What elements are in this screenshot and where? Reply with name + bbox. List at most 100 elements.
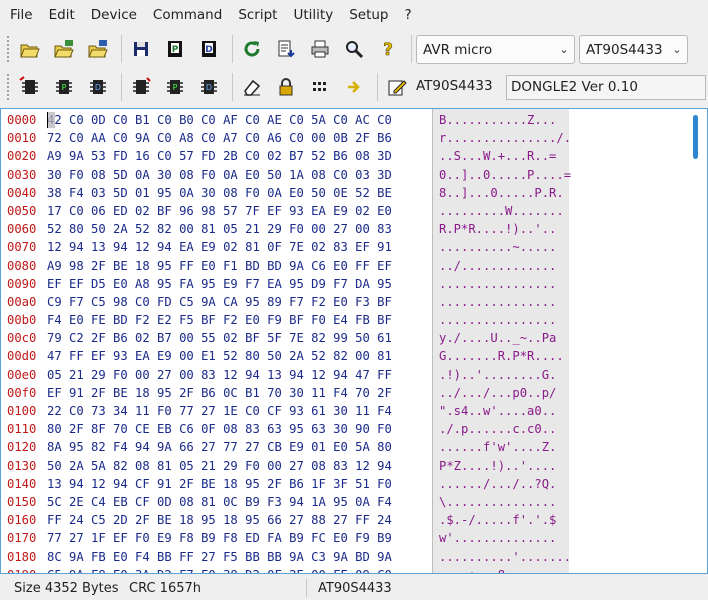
read-data-button[interactable]: D — [84, 73, 112, 101]
menu-device[interactable]: Device — [83, 0, 145, 30]
ascii-row[interactable]: ......f'w'....Z. — [433, 438, 569, 456]
menu-script[interactable]: Script — [230, 0, 285, 30]
hex-row[interactable]: 13 94 12 94 CF 91 2F BE 18 95 2F B6 1F 3… — [43, 475, 431, 493]
ascii-row[interactable]: 8..]...0.....P.R. — [433, 184, 569, 202]
menu-bar: File Edit Device Command Script Utility … — [0, 0, 708, 30]
ascii-row[interactable]: ................ — [433, 275, 569, 293]
hex-row[interactable]: 47 FF EF 93 EA E9 00 E1 52 80 50 2A 52 8… — [43, 347, 431, 365]
save-program-button[interactable]: P — [161, 35, 189, 63]
hex-row[interactable]: C5 9A F8 E0 3A D2 F7 E0 38 D2 0F 2E 00 F… — [43, 566, 431, 573]
hex-row[interactable]: 05 21 29 F0 00 27 00 83 12 94 13 94 12 9… — [43, 366, 431, 384]
hex-row[interactable]: 8C 9A FB E0 F4 BB FF 27 F5 BB BB 9A C3 9… — [43, 548, 431, 566]
hex-data-column[interactable]: 42 C0 0D C0 B1 C0 B0 C0 AF C0 AE C0 5A C… — [43, 109, 431, 573]
address-label: 0140 — [7, 476, 37, 491]
open-data-button[interactable] — [84, 35, 112, 63]
find-button[interactable] — [340, 35, 368, 63]
hex-row[interactable]: 79 C2 2F B6 02 B7 00 55 02 BF 5F 7E 82 9… — [43, 329, 431, 347]
hex-row[interactable]: C9 F7 C5 98 C0 FD C5 9A CA 95 89 F7 F2 E… — [43, 293, 431, 311]
menu-file[interactable]: File — [2, 0, 41, 30]
ascii-row[interactable]: .........W....... — [433, 202, 569, 220]
device-family-select[interactable]: AVR micro ⌄ — [416, 35, 575, 64]
hex-row[interactable]: 38 F4 03 5D 01 95 0A 30 08 F0 0A E0 50 0… — [43, 184, 431, 202]
menu-setup[interactable]: Setup — [341, 0, 396, 30]
menu-edit[interactable]: Edit — [41, 0, 83, 30]
import-button[interactable] — [272, 35, 300, 63]
address-label: 0190 — [1, 566, 43, 573]
hex-row[interactable]: A9 98 2F BE 18 95 FF E0 F1 BD BD 9A C6 E… — [43, 257, 431, 275]
ascii-row[interactable]: ../............. — [433, 257, 569, 275]
hex-row[interactable]: 50 2A 5A 82 08 81 05 21 29 F0 00 27 08 8… — [43, 457, 431, 475]
write-program-button[interactable]: P — [161, 73, 189, 101]
hex-row[interactable]: 80 2F 8F 70 CE EB C6 0F 08 83 63 95 63 3… — [43, 420, 431, 438]
ascii-row[interactable]: ".s4..w'....a0.. — [433, 402, 569, 420]
hex-row[interactable]: FF 24 C5 2D 2F BE 18 95 18 95 66 27 88 2… — [43, 511, 431, 529]
ascii-row[interactable]: \............... — [433, 493, 569, 511]
help-button[interactable]: ? — [374, 35, 402, 63]
ascii-column[interactable]: B...........Z... r.............../. ..S...… — [433, 109, 571, 573]
toolbar-grip[interactable] — [6, 73, 10, 101]
ascii-row[interactable]: .!)..'........G. — [433, 366, 569, 384]
save-data-button[interactable]: D — [195, 35, 223, 63]
menu-help[interactable]: ? — [396, 0, 419, 30]
hex-row[interactable]: 52 80 50 2A 52 82 00 81 05 21 29 F0 00 2… — [43, 220, 431, 238]
erase-button[interactable] — [238, 73, 266, 101]
menu-command[interactable]: Command — [145, 0, 230, 30]
reload-button[interactable] — [238, 35, 266, 63]
hex-row[interactable]: 5C 2E C4 EB CF 0D 08 81 0C B9 F3 94 1A 9… — [43, 493, 431, 511]
save-file-button[interactable] — [127, 35, 155, 63]
hex-row[interactable]: EF EF D5 E0 A8 95 FA 95 E9 F7 EA 95 D9 F… — [43, 275, 431, 293]
read-all-button[interactable] — [16, 73, 44, 101]
ascii-row[interactable]: .$.-/.....f'.'.$ — [433, 511, 569, 529]
toolbar-grip[interactable] — [6, 35, 10, 63]
run-script-button[interactable] — [340, 73, 368, 101]
hex-row[interactable]: 12 94 13 94 12 94 EA E9 02 81 0F 7E 02 8… — [43, 238, 431, 256]
ascii-row[interactable]: ../.../...p0..p/ — [433, 384, 569, 402]
write-all-button[interactable] — [127, 73, 155, 101]
ascii-row[interactable]: R.P*R....!)..'.. — [433, 220, 569, 238]
vertical-scrollbar-thumb[interactable] — [693, 115, 698, 159]
ascii-row[interactable]: y./....U.._~..Pa — [433, 329, 569, 347]
ascii-row[interactable]: ..........~..... — [433, 238, 569, 256]
toolbar-separator — [232, 73, 233, 101]
ascii-row[interactable]: ....../.../..?Q. — [433, 475, 569, 493]
hex-row[interactable]: 17 C0 06 ED 02 BF 96 98 57 7F EF 93 EA E… — [43, 202, 431, 220]
hex-row[interactable]: 8A 95 82 F4 94 9A 66 27 77 27 CB E9 01 E… — [43, 438, 431, 456]
lock-button[interactable] — [272, 73, 300, 101]
hex-row[interactable]: 72 C0 AA C0 9A C0 A8 C0 A7 C0 A6 C0 00 0… — [43, 129, 431, 147]
ascii-row[interactable]: 0..]..0.....P....= — [433, 166, 571, 184]
hex-row[interactable]: F4 E0 FE BD F2 E2 F5 BF F2 E0 F9 BF F0 E… — [43, 311, 431, 329]
fuses-button[interactable] — [306, 73, 334, 101]
ascii-row[interactable]: r.............../. — [433, 129, 571, 147]
hex-row[interactable]: 77 27 1F EF F0 E9 F8 B9 F8 ED FA B9 FC E… — [43, 529, 431, 547]
hex-row[interactable]: 22 C0 73 34 11 F0 77 27 1E C0 CF 93 61 3… — [43, 402, 431, 420]
hex-row[interactable]: 30 F0 08 5D 0A 30 08 F0 0A E0 50 1A 08 C… — [43, 166, 431, 184]
open-program-button[interactable] — [50, 35, 78, 63]
address-label: 0090 — [7, 276, 37, 291]
svg-text:D: D — [205, 45, 212, 55]
address-label: 0150 — [7, 494, 37, 509]
ascii-row[interactable]: G.......R.P*R.... — [433, 347, 569, 365]
print-button[interactable] — [306, 35, 334, 63]
open-file-button[interactable] — [16, 35, 44, 63]
ascii-row[interactable]: ..........'....... — [433, 548, 571, 566]
save-program-icon: P — [168, 41, 182, 57]
hex-row[interactable]: 42 C0 0D C0 B1 C0 B0 C0 AF C0 AE C0 5A C… — [43, 111, 431, 129]
ascii-row[interactable]: B...........Z... — [433, 111, 569, 129]
hex-row[interactable]: EF 91 2F BE 18 95 2F B6 0C B1 70 30 11 F… — [43, 384, 431, 402]
hex-row[interactable]: A9 9A 53 FD 16 C0 57 FD 2B C0 02 B7 52 B… — [43, 147, 431, 165]
ascii-row[interactable]: ..S...W.+...R..= — [433, 147, 569, 165]
save-file-icon — [134, 42, 148, 56]
edit-device-button[interactable] — [383, 73, 411, 101]
ascii-row[interactable]: w'.............. — [433, 529, 569, 547]
ascii-row[interactable]: ................ — [433, 311, 569, 329]
menu-utility[interactable]: Utility — [285, 0, 341, 30]
ascii-row[interactable]: ./.p......c.c0.. — [433, 420, 569, 438]
hex-editor[interactable]: 0000 0010 0020 0030 0040 0050 0060 0070 0080 0090… — [0, 108, 708, 574]
read-program-button[interactable]: P — [50, 73, 78, 101]
ascii-row[interactable]: P*Z....!)..'.... — [433, 457, 569, 475]
write-data-button[interactable]: D — [195, 73, 223, 101]
device-model-select[interactable]: AT90S4433 ⌄ — [579, 35, 688, 64]
ascii-row[interactable]: ....:...8....... — [433, 566, 569, 573]
chevron-down-icon: ⌄ — [672, 43, 682, 56]
ascii-row[interactable]: ................ — [433, 293, 569, 311]
